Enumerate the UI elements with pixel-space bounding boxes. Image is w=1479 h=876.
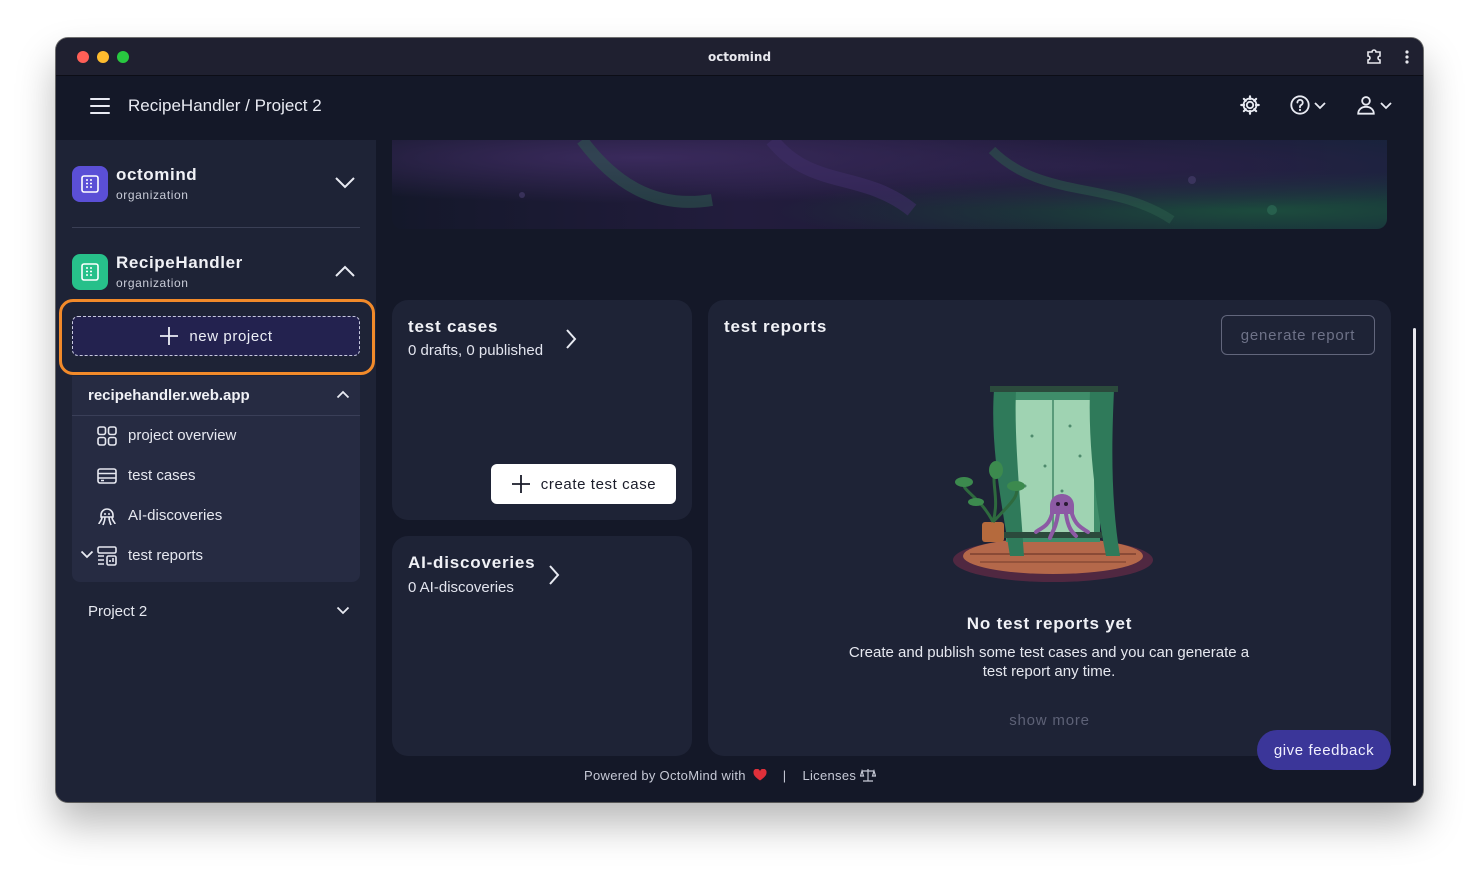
app-header: RecipeHandler / Project 2 xyxy=(56,76,1423,140)
card-title: AI-discoveries xyxy=(408,553,536,572)
give-feedback-button[interactable]: give feedback xyxy=(1257,730,1391,770)
footer-powered-by: Powered by OctoMind with xyxy=(584,768,767,783)
extension-icon[interactable] xyxy=(1365,47,1383,69)
new-project-label: new project xyxy=(189,327,273,345)
chevron-down-icon xyxy=(1380,102,1392,110)
report-icon xyxy=(97,546,117,566)
nav-ai-discoveries[interactable]: AI-discoveries xyxy=(72,496,360,536)
hamburger-menu-icon[interactable] xyxy=(90,98,110,116)
sidebar: octomind organization RecipeHandler orga… xyxy=(56,140,376,802)
nav-project-overview[interactable]: project overview xyxy=(72,416,360,456)
octopus-icon xyxy=(98,508,116,526)
org-name: octomind xyxy=(116,165,198,184)
window-controls xyxy=(77,51,129,63)
org-name: RecipeHandler xyxy=(116,253,243,272)
generate-report-button[interactable]: generate report xyxy=(1221,315,1375,355)
card-subtitle: 0 drafts, 0 published xyxy=(408,342,544,359)
user-icon xyxy=(1357,96,1375,115)
building-icon xyxy=(81,263,99,281)
nav-label: AI-discoveries xyxy=(128,507,223,524)
settings-button[interactable] xyxy=(1239,94,1261,116)
empty-state-title: No test reports yet xyxy=(966,614,1133,633)
nav-label: test reports xyxy=(128,547,204,564)
create-test-case-label: create test case xyxy=(540,475,657,493)
hero-banner-image xyxy=(392,140,1387,229)
help-icon xyxy=(1290,95,1310,115)
chevron-right-icon[interactable] xyxy=(565,328,577,350)
test-cases-icon xyxy=(97,468,117,484)
show-more-link[interactable]: show more xyxy=(708,712,1391,729)
card-title: test cases xyxy=(408,317,499,336)
help-menu-button[interactable] xyxy=(1289,94,1327,116)
chevron-right-icon[interactable] xyxy=(548,564,560,586)
org-type: organization xyxy=(116,276,189,290)
nav-test-reports[interactable]: test reports xyxy=(72,536,360,576)
create-test-case-button[interactable]: create test case xyxy=(491,464,676,504)
scrollbar[interactable] xyxy=(1413,328,1416,786)
empty-state-illustration xyxy=(953,386,1153,582)
window-titlebar: octomind xyxy=(56,38,1423,76)
gear-icon xyxy=(1240,95,1260,115)
building-icon xyxy=(81,175,99,193)
chevron-down-icon xyxy=(1314,102,1326,110)
divider xyxy=(72,227,360,228)
org-switcher-recipehandler[interactable]: RecipeHandler organization xyxy=(72,252,360,292)
project-2-item[interactable]: Project 2 xyxy=(72,592,360,632)
plus-icon xyxy=(511,475,530,493)
project-panel: recipehandler.web.app project overview t… xyxy=(72,376,360,582)
minimize-window-button[interactable] xyxy=(97,51,109,63)
chevron-up-icon[interactable] xyxy=(334,264,356,278)
org-switcher-octomind[interactable]: octomind organization xyxy=(72,164,360,204)
licenses-link[interactable]: Licenses xyxy=(802,768,877,783)
app-window: octomind RecipeHandler / Project 2 octom… xyxy=(56,38,1423,802)
breadcrumb: RecipeHandler / Project 2 xyxy=(128,96,322,115)
org-logo xyxy=(72,166,108,202)
nav-test-cases[interactable]: test cases xyxy=(72,456,360,496)
card-title: test reports xyxy=(724,317,828,336)
chevron-up-icon xyxy=(336,390,350,399)
main-content: test cases 0 drafts, 0 published create … xyxy=(376,140,1423,802)
user-menu-button[interactable] xyxy=(1355,94,1393,116)
new-project-button[interactable]: new project xyxy=(72,316,360,356)
plus-icon xyxy=(160,327,179,345)
scale-icon xyxy=(859,768,877,782)
footer-separator: | xyxy=(782,768,787,783)
window-title: octomind xyxy=(707,49,772,64)
test-reports-card: test reports generate report No test rep… xyxy=(708,300,1391,756)
footer: Powered by OctoMind with | Licenses xyxy=(584,768,877,783)
card-subtitle: 0 AI-discoveries xyxy=(408,579,514,596)
maximize-window-button[interactable] xyxy=(117,51,129,63)
nav-label: test cases xyxy=(128,467,196,484)
project-name: Project 2 xyxy=(88,603,148,620)
kebab-menu-icon[interactable] xyxy=(1405,49,1409,68)
org-logo xyxy=(72,254,108,290)
grid-icon xyxy=(97,426,117,446)
project-name: recipehandler.web.app xyxy=(88,387,250,404)
org-type: organization xyxy=(116,188,189,202)
close-window-button[interactable] xyxy=(77,51,89,63)
empty-state-description: Create and publish some test cases and y… xyxy=(848,644,1250,680)
ai-discoveries-card: AI-discoveries 0 AI-discoveries xyxy=(392,536,692,756)
chevron-down-icon[interactable] xyxy=(80,550,94,559)
chevron-down-icon[interactable] xyxy=(334,176,356,190)
heart-icon xyxy=(753,768,767,781)
chevron-down-icon xyxy=(336,606,350,615)
test-cases-card: test cases 0 drafts, 0 published create … xyxy=(392,300,692,520)
nav-label: project overview xyxy=(128,427,237,444)
project-header[interactable]: recipehandler.web.app xyxy=(72,376,360,416)
